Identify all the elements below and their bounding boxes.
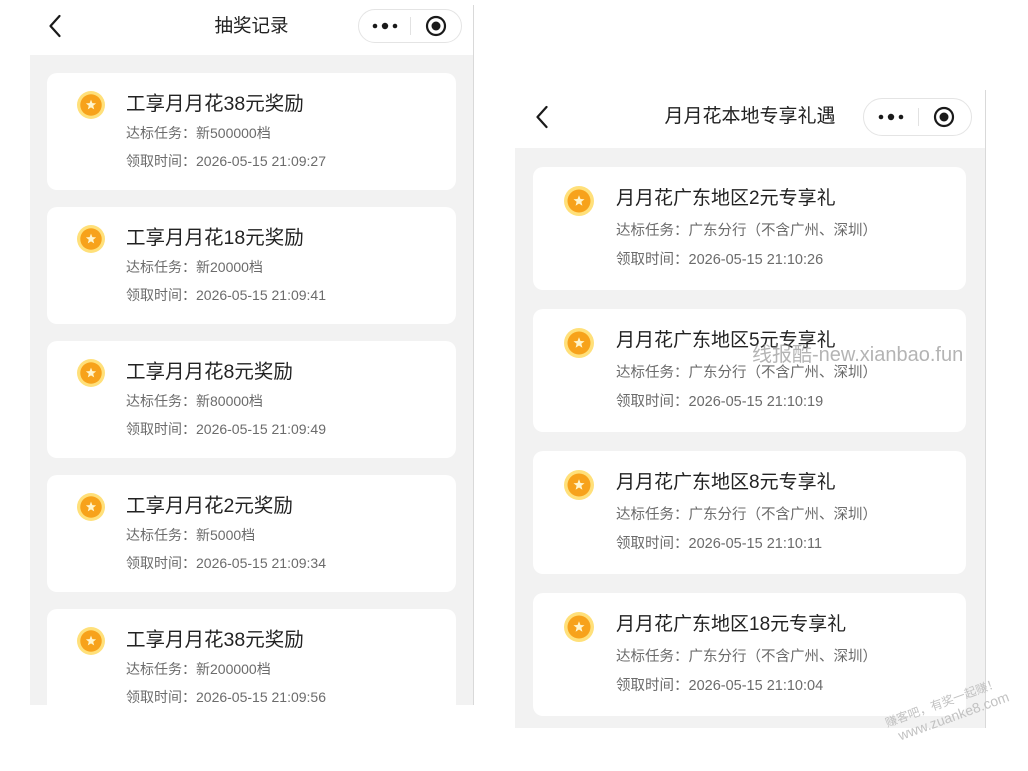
- record-card[interactable]: 工享月月花38元奖励 达标任务：新200000档 领取时间：2026-05-15…: [47, 609, 456, 705]
- coin-star-icon: [77, 225, 105, 253]
- record-title: 月月花广东地区5元专享礼: [616, 330, 836, 351]
- record-task: 达标任务：广东分行（不含广州、深圳）: [616, 507, 877, 523]
- record-list[interactable]: 工享月月花38元奖励 达标任务：新500000档 领取时间：2026-05-15…: [30, 55, 473, 705]
- target-icon: [425, 15, 447, 37]
- target-icon: [933, 106, 955, 128]
- record-time: 领取时间：2026-05-15 21:10:04: [616, 678, 824, 694]
- close-miniprogram-button[interactable]: [918, 99, 972, 135]
- record-task: 达标任务：新20000档: [126, 259, 263, 275]
- record-card[interactable]: 工享月月花8元奖励 达标任务：新80000档 领取时间：2026-05-15 2…: [47, 341, 456, 458]
- record-time: 领取时间：2026-05-15 21:09:49: [126, 421, 326, 437]
- record-time: 领取时间：2026-05-15 21:10:11: [616, 536, 823, 552]
- coin-star-icon: [564, 470, 594, 500]
- left-screen-lottery-records: 抽奖记录 工享月月花38元奖励 达标任务：新500000档 领取时间：2026-…: [30, 0, 473, 705]
- record-title: 工享月月花18元奖励: [126, 227, 304, 249]
- coin-star-icon: [564, 612, 594, 642]
- record-task: 达标任务：新5000档: [126, 527, 256, 543]
- record-card[interactable]: 月月花广东地区8元专享礼 达标任务：广东分行（不含广州、深圳） 领取时间：202…: [533, 451, 966, 574]
- record-title: 月月花广东地区18元专享礼: [616, 614, 847, 635]
- record-title: 工享月月花38元奖励: [126, 93, 304, 115]
- capsule-divider: [410, 17, 411, 35]
- capsule-menu: [358, 9, 462, 43]
- record-time: 领取时间：2026-05-15 21:09:56: [126, 689, 326, 705]
- capsule-menu: [863, 98, 972, 136]
- record-time: 领取时间：2026-05-15 21:09:34: [126, 555, 326, 571]
- coin-star-icon: [77, 493, 105, 521]
- nav-bar: 月月花本地专享礼遇: [515, 90, 985, 148]
- right-screen-local-gifts: 月月花本地专享礼遇 月月花广东地区2元专享礼 达标任务：广东分行（不含广州、深圳…: [515, 90, 985, 728]
- record-task: 达标任务：新500000档: [126, 125, 271, 141]
- coin-star-icon: [564, 186, 594, 216]
- record-card[interactable]: 工享月月花38元奖励 达标任务：新500000档 领取时间：2026-05-15…: [47, 73, 456, 190]
- record-list[interactable]: 月月花广东地区2元专享礼 达标任务：广东分行（不含广州、深圳） 领取时间：202…: [515, 148, 985, 728]
- record-task: 达标任务：新80000档: [126, 393, 263, 409]
- more-dots-icon: [372, 22, 398, 30]
- coin-star-icon: [564, 328, 594, 358]
- right-screen-edge: [985, 90, 986, 728]
- coin-star-icon: [77, 359, 105, 387]
- nav-bar: 抽奖记录: [30, 0, 473, 55]
- record-task: 达标任务：广东分行（不含广州、深圳）: [616, 223, 877, 239]
- record-card[interactable]: 工享月月花18元奖励 达标任务：新20000档 领取时间：2026-05-15 …: [47, 207, 456, 324]
- coin-star-icon: [77, 627, 105, 655]
- record-task: 达标任务：广东分行（不含广州、深圳）: [616, 365, 877, 381]
- left-screen-edge: [473, 5, 474, 705]
- record-card[interactable]: 月月花广东地区2元专享礼 达标任务：广东分行（不含广州、深圳） 领取时间：202…: [533, 167, 966, 290]
- record-task: 达标任务：新200000档: [126, 661, 271, 677]
- more-dots-icon: [878, 113, 904, 121]
- record-time: 领取时间：2026-05-15 21:10:26: [616, 252, 824, 268]
- record-title: 工享月月花8元奖励: [126, 361, 293, 383]
- record-title: 工享月月花38元奖励: [126, 629, 304, 651]
- more-button[interactable]: [359, 10, 410, 42]
- capsule-divider: [917, 108, 919, 126]
- record-time: 领取时间：2026-05-15 21:10:19: [616, 394, 824, 410]
- record-title: 月月花广东地区2元专享礼: [616, 188, 836, 209]
- record-card[interactable]: 月月花广东地区5元专享礼 达标任务：广东分行（不含广州、深圳） 领取时间：202…: [533, 309, 966, 432]
- record-card[interactable]: 月月花广东地区18元专享礼 达标任务：广东分行（不含广州、深圳） 领取时间：20…: [533, 593, 966, 716]
- record-title: 工享月月花2元奖励: [126, 495, 293, 517]
- record-time: 领取时间：2026-05-15 21:09:27: [126, 153, 326, 169]
- record-card[interactable]: 工享月月花2元奖励 达标任务：新5000档 领取时间：2026-05-15 21…: [47, 475, 456, 592]
- record-title: 月月花广东地区8元专享礼: [616, 472, 836, 493]
- more-button[interactable]: [864, 99, 918, 135]
- record-time: 领取时间：2026-05-15 21:09:41: [126, 287, 326, 303]
- record-task: 达标任务：广东分行（不含广州、深圳）: [616, 649, 877, 665]
- close-miniprogram-button[interactable]: [410, 10, 461, 42]
- coin-star-icon: [77, 91, 105, 119]
